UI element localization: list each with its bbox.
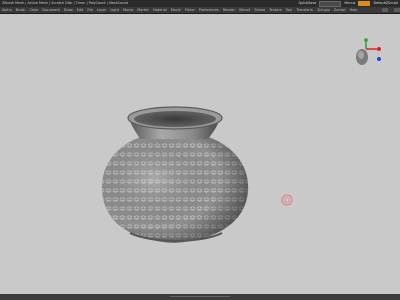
menu-item-light[interactable]: Light	[110, 8, 118, 12]
tray-toggle-icon-2[interactable]	[394, 8, 400, 12]
bottom-shelf	[0, 294, 400, 300]
menu-item-brush[interactable]: Brush	[16, 8, 26, 12]
menu-item-edit[interactable]: Edit	[77, 8, 84, 12]
vase-opening	[134, 111, 216, 127]
search-box[interactable]	[319, 0, 342, 7]
menu-item-movie[interactable]: Movie	[171, 8, 181, 12]
navigation-gizmo-icon[interactable]	[356, 38, 381, 65]
menu-item-document[interactable]: Document	[42, 8, 60, 12]
menu-item-zplugin[interactable]: Zplugin	[317, 8, 330, 12]
menu-item-file[interactable]: File	[87, 8, 93, 12]
tray-toggle-icon[interactable]	[382, 8, 388, 12]
title-bar: ZBrush Mesh | Active Mesh | Scratch Disk…	[0, 0, 400, 7]
menu-item-texture[interactable]: Texture	[269, 8, 281, 12]
shelf-handle[interactable]	[170, 296, 230, 297]
menu-item-preferences[interactable]: Preferences	[199, 8, 219, 12]
menu-item-alpha[interactable]: Alpha	[2, 8, 12, 12]
menu-item-tool[interactable]: Tool	[286, 8, 293, 12]
title-bar-controls: QuickSave Menus DefaultZScript	[298, 0, 400, 7]
menu-item-picker[interactable]: Picker	[185, 8, 195, 12]
menu-item-marker[interactable]: Marker	[137, 8, 149, 12]
menu-bar: Alpha Brush Color Document Draw Edit File Layer…	[0, 7, 400, 14]
canvas-viewport[interactable]	[0, 15, 400, 294]
menu-item-zscript[interactable]: Zscript	[334, 8, 346, 12]
orange-toggle-button[interactable]	[358, 1, 371, 6]
menu-item-stroke[interactable]: Stroke	[254, 8, 265, 12]
menu-item-draw[interactable]: Draw	[64, 8, 73, 12]
menus-toggle[interactable]: Menus	[344, 0, 355, 7]
brush-cursor-icon	[281, 194, 293, 206]
menu-item-color[interactable]: Color	[29, 8, 38, 12]
vase-model[interactable]	[101, 106, 249, 243]
menu-item-macro[interactable]: Macro	[123, 8, 133, 12]
quicksave-button[interactable]: QuickSave	[298, 0, 316, 7]
menu-item-layer[interactable]: Layer	[97, 8, 106, 12]
vase-body-shading	[101, 137, 249, 243]
menu-item-render[interactable]: Render	[223, 8, 235, 12]
window-title: ZBrush Mesh | Active Mesh | Scratch Disk…	[2, 1, 128, 5]
menu-item-transform[interactable]: Transform	[296, 8, 313, 12]
document-canvas[interactable]	[0, 15, 400, 294]
zbrush-window: ZBrush Mesh | Active Mesh | Scratch Disk…	[0, 0, 400, 300]
menu-item-stencil[interactable]: Stencil	[239, 8, 250, 12]
menu-item-material[interactable]: Material	[153, 8, 167, 12]
default-zscript-button[interactable]: DefaultZScript	[373, 0, 398, 7]
menu-item-help[interactable]: Help	[350, 8, 358, 12]
